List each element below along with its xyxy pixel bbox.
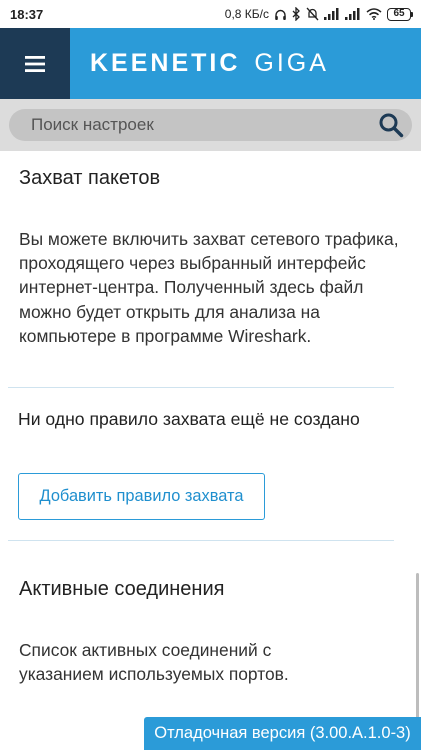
brand-name: KEENETIC <box>90 49 241 77</box>
mute-bell-icon <box>306 7 319 21</box>
capture-description: Вы можете включить захват сетевого трафи… <box>19 229 399 346</box>
search-box <box>9 109 412 141</box>
search-bar <box>0 99 421 151</box>
settings-content: Захват пакетов Вы можете включить захват… <box>0 151 421 750</box>
battery-tip <box>411 11 413 17</box>
status-time: 18:37 <box>10 6 44 22</box>
capture-title: Захват пакетов <box>19 167 161 189</box>
signal-icon-2 <box>345 8 360 20</box>
headphones-icon <box>275 9 286 20</box>
battery-indicator: 65 <box>387 7 413 21</box>
net-speed: 0,8 КБ/с <box>224 7 269 21</box>
menu-button[interactable] <box>0 28 70 99</box>
connections-description: Список активных соединений с указанием и… <box>19 640 289 685</box>
signal-icon <box>324 8 339 20</box>
search-input[interactable] <box>31 115 351 135</box>
bluetooth-icon <box>292 7 300 21</box>
connections-title: Активные соединения <box>19 578 225 600</box>
divider <box>8 540 394 541</box>
divider <box>8 387 394 388</box>
wifi-icon <box>366 8 382 20</box>
app-header: KEENETIC GIGA <box>0 28 421 99</box>
search-icon[interactable] <box>378 112 404 138</box>
capture-empty-note: Ни одно правило захвата ещё не создано <box>18 409 360 429</box>
brand-model: GIGA <box>254 49 329 77</box>
status-icons: 0,8 КБ/с 65 <box>225 7 413 21</box>
hamburger-icon[interactable] <box>25 55 45 72</box>
add-capture-rule-button[interactable]: Добавить правило захвата <box>18 473 265 520</box>
debug-version-badge: Отладочная версия (3.00.A.1.0-3) <box>144 717 421 750</box>
brand-logo: KEENETIC GIGA <box>70 28 329 99</box>
status-bar: 18:37 0,8 КБ/с 65 <box>0 0 421 28</box>
battery-level: 65 <box>387 7 411 21</box>
